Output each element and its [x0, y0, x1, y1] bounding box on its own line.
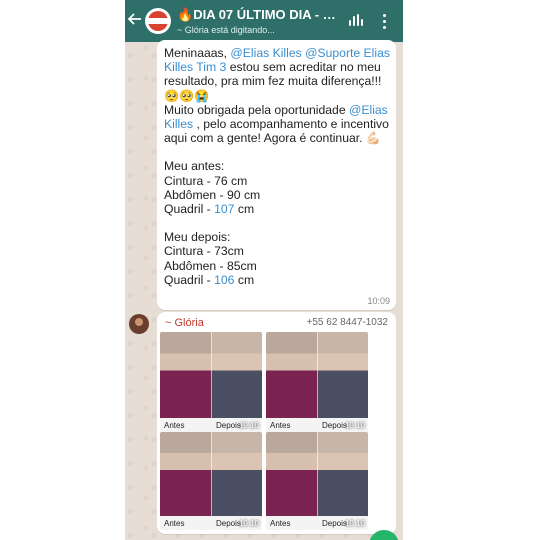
after-quadril: Quadril - 106 cm	[164, 272, 255, 287]
photo-thumbnail[interactable]: Antes Depois 10:10	[160, 332, 262, 432]
after-title: Meu depois:	[164, 230, 231, 245]
after-cintura: Cintura - 73cm	[164, 244, 244, 259]
photo-thumbnail[interactable]: Antes Depois 10:10	[266, 432, 368, 530]
photo-time: 10:10	[238, 519, 259, 528]
before-cintura: Cintura - 76 cm	[164, 173, 248, 188]
whatsapp-screen: 🔥DIA 07 ÚLTIMO DIA - Gr... ~ Glória está…	[125, 0, 403, 540]
photo-after-half	[317, 432, 368, 516]
group-title[interactable]: 🔥DIA 07 ÚLTIMO DIA - Gr...	[177, 7, 337, 23]
photo-before-half	[266, 432, 317, 516]
message-paragraph-1: Meninaaas, @Elias Killes @Suporte Elias …	[164, 46, 390, 103]
photo-after-half	[211, 332, 262, 418]
before-abdomen: Abdômen - 90 cm	[164, 187, 261, 202]
photo-before-half	[160, 332, 211, 418]
photo-after-half	[211, 432, 262, 516]
mention-elias[interactable]: @Elias Killes	[230, 46, 301, 60]
photo-time: 10:10	[344, 519, 365, 528]
photo-after-half	[317, 332, 368, 418]
photo-label-antes: Antes	[270, 421, 291, 430]
message-paragraph-2: Muito obrigada pela oportunidade @Elias …	[164, 102, 389, 146]
photo-time: 10:10	[238, 421, 259, 430]
sender-name[interactable]: ~ Glória	[165, 317, 204, 329]
photo-label-depois: Depois	[322, 519, 347, 528]
back-arrow-icon[interactable]	[127, 12, 144, 28]
group-avatar[interactable]	[145, 8, 171, 34]
group-avatar-band	[147, 18, 169, 24]
group-title-text: DIA 07 ÚLTIMO DIA - Gr...	[193, 7, 337, 22]
audio-wave-icon[interactable]	[349, 14, 365, 28]
message-time: 10:09	[367, 296, 390, 306]
photo-before-half	[266, 332, 317, 418]
chat-header: 🔥DIA 07 ÚLTIMO DIA - Gr... ~ Glória está…	[125, 0, 403, 42]
message-body: Meninaaas, @Elias Killes @Suporte Elias …	[164, 46, 390, 287]
photo-thumbnail[interactable]: Antes Depois 10:10	[266, 332, 368, 432]
photo-thumbnail[interactable]: Antes Depois 10:10	[160, 432, 262, 530]
sender-phone: +55 62 8447-1032	[306, 317, 388, 328]
fire-emoji: 🔥	[177, 7, 194, 22]
after-abdomen: Abdômen - 85cm	[164, 258, 257, 273]
before-quadril: Quadril - 107 cm	[164, 202, 255, 217]
sender-avatar[interactable]	[129, 314, 149, 334]
photo-label-antes: Antes	[164, 519, 185, 528]
photo-label-depois: Depois	[322, 421, 347, 430]
photo-time: 10:10	[344, 421, 365, 430]
photo-label-depois: Depois	[216, 421, 241, 430]
before-title: Meu antes:	[164, 159, 225, 174]
photo-before-half	[160, 432, 211, 516]
photo-label-antes: Antes	[164, 421, 185, 430]
typing-status: ~ Glória está digitando...	[177, 25, 275, 35]
more-vert-icon[interactable]	[381, 13, 387, 29]
photo-label-antes: Antes	[270, 519, 291, 528]
photo-label-depois: Depois	[216, 519, 241, 528]
message-bubble-text[interactable]: Meninaaas, @Elias Killes @Suporte Elias …	[157, 40, 396, 310]
message-bubble-photos[interactable]: ~ Glória +55 62 8447-1032 Antes Depois 1…	[157, 312, 396, 534]
